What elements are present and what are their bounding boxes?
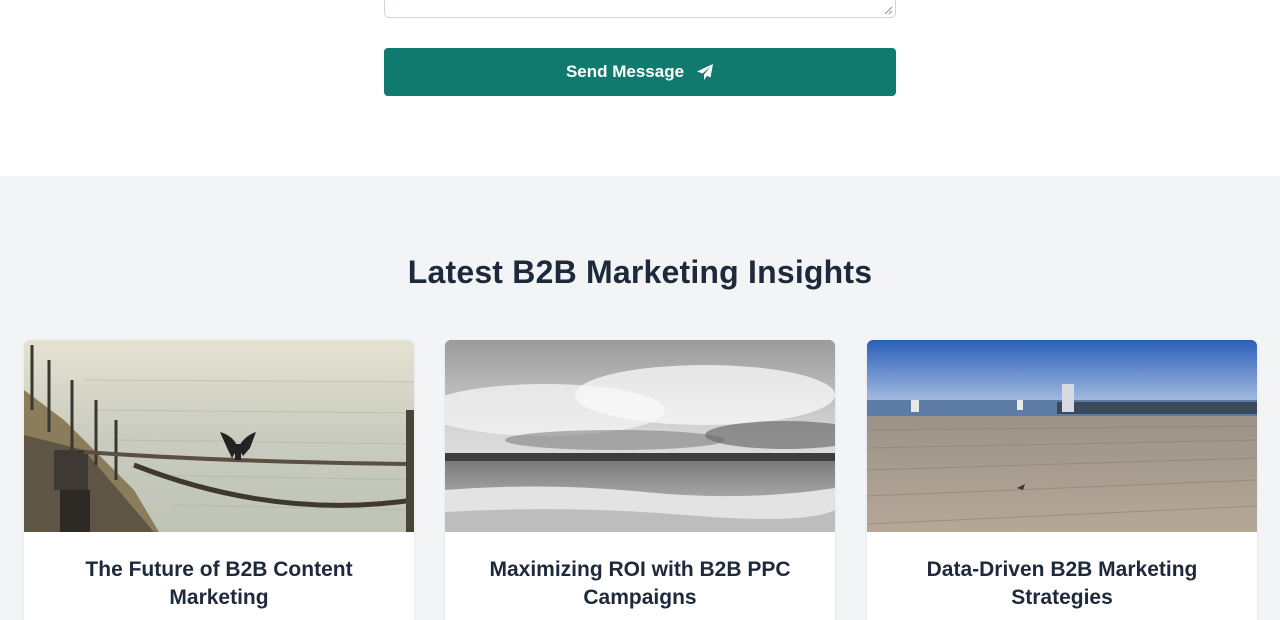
blog-card-title[interactable]: Data-Driven B2B Marketing Strategies — [887, 556, 1237, 612]
send-message-button[interactable]: Send Message — [384, 48, 896, 96]
blog-card[interactable]: Data-Driven B2B Marketing Strategies — [867, 340, 1257, 620]
insights-heading: Latest B2B Marketing Insights — [407, 254, 873, 290]
blog-card-title[interactable]: The Future of B2B Content Marketing — [44, 556, 394, 612]
pier-with-cormorant-photo[interactable] — [24, 340, 414, 532]
blog-card[interactable]: The Future of B2B Content Marketing — [24, 340, 414, 620]
blog-card[interactable]: Maximizing ROI with B2B PPC Campaigns — [445, 340, 835, 620]
black-and-white-sea-photo[interactable] — [445, 340, 835, 532]
wooden-boardwalk-photo[interactable] — [867, 340, 1257, 532]
message-textarea[interactable] — [384, 0, 896, 18]
insights-section: Latest B2B Marketing Insights The Future… — [0, 176, 1280, 620]
blog-card-title[interactable]: Maximizing ROI with B2B PPC Campaigns — [465, 556, 815, 612]
paper-plane-icon — [697, 64, 714, 80]
contact-form-section: Send Message — [0, 0, 1280, 176]
resize-grip-icon[interactable] — [884, 6, 893, 15]
send-message-label: Send Message — [565, 62, 685, 81]
